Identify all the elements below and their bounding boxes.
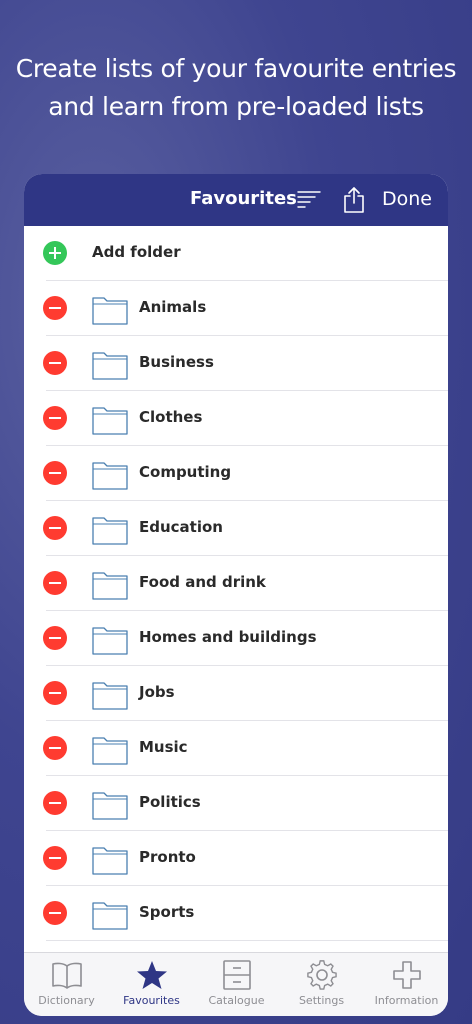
folder-label: Sports [139, 903, 195, 921]
gear-icon [306, 960, 337, 990]
folder-icon [92, 407, 128, 435]
folder-icon [92, 847, 128, 875]
tab-label: Settings [298, 994, 345, 1007]
done-button[interactable]: Done [382, 188, 432, 210]
folder-label: Music [139, 738, 188, 756]
add-circle-icon[interactable] [43, 241, 67, 265]
tab-information[interactable]: Information [364, 953, 448, 1016]
tab-settings[interactable]: Settings [279, 953, 364, 1016]
delete-circle-icon[interactable] [43, 846, 67, 870]
delete-circle-icon[interactable] [43, 296, 67, 320]
tab-favourites[interactable]: Favourites [109, 953, 194, 1016]
cabinet-icon [222, 960, 251, 990]
list-item[interactable]: Clothes [24, 391, 448, 446]
folder-label: Jobs [139, 683, 175, 701]
star-icon [136, 961, 167, 989]
cross-icon [392, 961, 421, 989]
delete-circle-icon[interactable] [43, 461, 67, 485]
app-screen: Favourites Done Add folder Animals Busine… [24, 174, 448, 1016]
book-icon [51, 962, 82, 989]
promo-headline-line1: Create lists of your favourite entries [15, 54, 457, 83]
folder-icon [92, 902, 128, 930]
list-item[interactable]: Food and drink [24, 556, 448, 611]
folder-icon [92, 297, 128, 325]
add-folder-row[interactable]: Add folder [24, 226, 448, 281]
share-icon[interactable] [342, 186, 366, 214]
folder-icon [92, 737, 128, 765]
list-item[interactable]: Jobs [24, 666, 448, 721]
delete-circle-icon[interactable] [43, 516, 67, 540]
folder-icon [92, 792, 128, 820]
tab-label: Information [374, 994, 439, 1007]
folder-label: Animals [139, 298, 207, 316]
list-item[interactable]: Business [24, 336, 448, 391]
folder-label: Politics [139, 793, 201, 811]
folder-label: Pronto [139, 848, 196, 866]
tab-catalogue[interactable]: Catalogue [194, 953, 279, 1016]
folder-label: Computing [139, 463, 232, 481]
delete-circle-icon[interactable] [43, 681, 67, 705]
page-title: Favourites [190, 188, 297, 209]
delete-circle-icon[interactable] [43, 626, 67, 650]
tab-label: Dictionary [38, 994, 95, 1007]
folder-icon [92, 462, 128, 490]
promo-headline-line2: and learn from pre-loaded lists [48, 92, 424, 121]
folder-label: Education [139, 518, 223, 536]
folder-label: Business [139, 353, 214, 371]
list-item[interactable]: Pronto [24, 831, 448, 886]
folder-label: Clothes [139, 408, 203, 426]
list-item[interactable]: Music [24, 721, 448, 776]
list-item[interactable]: Education [24, 501, 448, 556]
delete-circle-icon[interactable] [43, 406, 67, 430]
delete-circle-icon[interactable] [43, 571, 67, 595]
delete-circle-icon[interactable] [43, 351, 67, 375]
list-item[interactable]: Homes and buildings [24, 611, 448, 666]
list-item[interactable]: Politics [24, 776, 448, 831]
delete-circle-icon[interactable] [43, 901, 67, 925]
folder-icon [92, 627, 128, 655]
folder-icon [92, 517, 128, 545]
navigation-bar: Favourites Done [24, 174, 448, 226]
list-item[interactable]: Computing [24, 446, 448, 501]
folder-icon [92, 572, 128, 600]
delete-circle-icon[interactable] [43, 736, 67, 760]
folder-icon [92, 352, 128, 380]
folder-icon [92, 682, 128, 710]
favourites-list: Add folder Animals Business Clothes Computi… [24, 226, 448, 952]
folder-label: Homes and buildings [139, 628, 317, 646]
tab-dictionary[interactable]: Dictionary [24, 953, 109, 1016]
folder-label: Food and drink [139, 573, 266, 591]
sort-lines-icon[interactable] [296, 189, 322, 211]
delete-circle-icon[interactable] [43, 791, 67, 815]
tab-bar: Dictionary Favourites Catalogue Settings… [24, 952, 448, 1016]
promo-headline: Create lists of your favourite entries a… [0, 50, 472, 126]
list-item[interactable]: Animals [24, 281, 448, 336]
add-folder-label: Add folder [92, 243, 181, 261]
tab-label: Favourites [123, 994, 180, 1007]
tab-label: Catalogue [208, 994, 265, 1007]
list-item[interactable]: Sports [24, 886, 448, 941]
